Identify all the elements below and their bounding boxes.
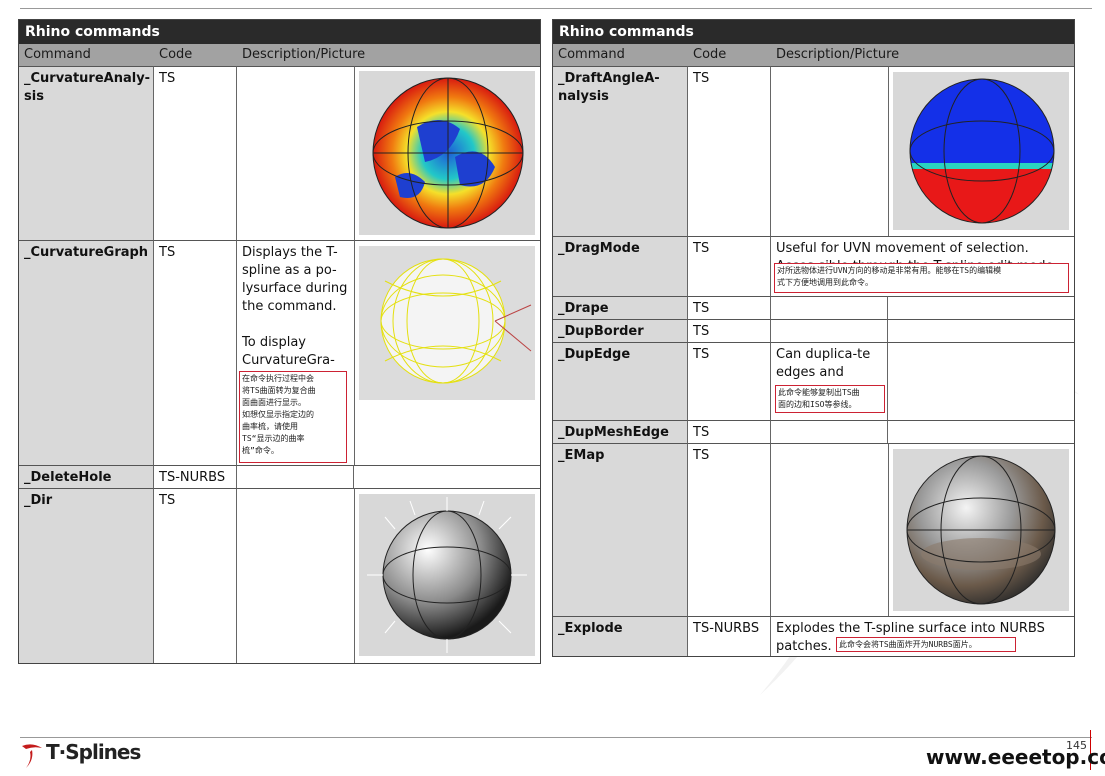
column-header-code: Code: [154, 44, 237, 66]
picture-cell: [354, 488, 540, 663]
command-cell: _Dir: [19, 488, 154, 663]
column-header-command: Command: [19, 44, 154, 66]
description-cell: [771, 66, 888, 236]
code-cell: TS: [688, 420, 771, 443]
table-title: Rhino commands: [19, 20, 540, 44]
description-cell: [771, 420, 888, 443]
command-cell: _Explode: [553, 616, 688, 656]
table-title: Rhino commands: [553, 20, 1074, 44]
command-cell: _DragMode: [553, 236, 688, 296]
brand-name: T·Splines: [46, 740, 141, 764]
translation-note: 此命令会将TS曲面炸开为NURBS面片。: [836, 637, 1016, 652]
description-cell: [771, 443, 888, 616]
code-cell: TS: [688, 342, 771, 420]
description-cell: [237, 465, 354, 488]
picture-cell: [354, 240, 540, 465]
top-rule: [20, 8, 1092, 9]
picture-cell: [888, 420, 1074, 443]
column-header-description: Description/Picture: [771, 44, 1074, 66]
footer-rule: [20, 737, 1092, 738]
picture-cell: [888, 319, 1074, 342]
left-command-table: Rhino commands Command Code Description/…: [18, 19, 541, 664]
draft-angle-analysis-picture: [893, 72, 1069, 230]
description-cell: [237, 488, 354, 663]
picture-cell: [354, 66, 540, 240]
site-watermark: www.eeeetop.com: [926, 745, 1105, 769]
right-command-table: Rhino commands Command Code Description/…: [552, 19, 1075, 657]
code-cell: TS: [688, 319, 771, 342]
code-cell: TS: [688, 66, 771, 236]
description-cell: [771, 296, 888, 319]
command-cell: _DupMeshEdge: [553, 420, 688, 443]
command-cell: _CurvatureGraph: [19, 240, 154, 465]
code-cell: TS: [154, 488, 237, 663]
command-cell: _CurvatureAnaly-sis: [19, 66, 154, 240]
column-header-description: Description/Picture: [237, 44, 540, 66]
description-cell: [237, 66, 354, 240]
code-cell: TS: [154, 240, 237, 465]
translation-note: 对所选物体进行UVN方向的移动是非常有用。能够在TS的编辑模 式下方便地调用到此…: [774, 263, 1069, 293]
command-cell: _DeleteHole: [19, 465, 154, 488]
picture-cell: [888, 66, 1074, 236]
picture-cell: [354, 465, 540, 488]
translation-note: 此命令能够复制出TS曲 面的边和ISO等参线。: [775, 385, 885, 413]
code-cell: TS: [688, 236, 771, 296]
command-cell: _DraftAngleA-nalysis: [553, 66, 688, 236]
command-cell: _DupBorder: [553, 319, 688, 342]
column-header-code: Code: [688, 44, 771, 66]
command-cell: _DupEdge: [553, 342, 688, 420]
code-cell: TS: [688, 443, 771, 616]
command-cell: _EMap: [553, 443, 688, 616]
picture-cell: [888, 296, 1074, 319]
column-header-command: Command: [553, 44, 688, 66]
code-cell: TS-NURBS: [154, 465, 237, 488]
dir-picture: [359, 494, 535, 656]
picture-cell: [888, 443, 1074, 616]
curvature-graph-picture: [359, 246, 535, 400]
description-cell: [771, 319, 888, 342]
curvature-analysis-picture: [359, 71, 535, 235]
code-cell: TS: [688, 296, 771, 319]
translation-note: 在命令执行过程中会 将TS曲面转为复合曲 面曲面进行显示。 如想仅显示指定边的 …: [239, 371, 347, 463]
code-cell: TS: [154, 66, 237, 240]
command-cell: _Drape: [553, 296, 688, 319]
picture-cell: [888, 342, 1074, 420]
emap-picture: [893, 449, 1069, 611]
code-cell: TS-NURBS: [688, 616, 771, 656]
